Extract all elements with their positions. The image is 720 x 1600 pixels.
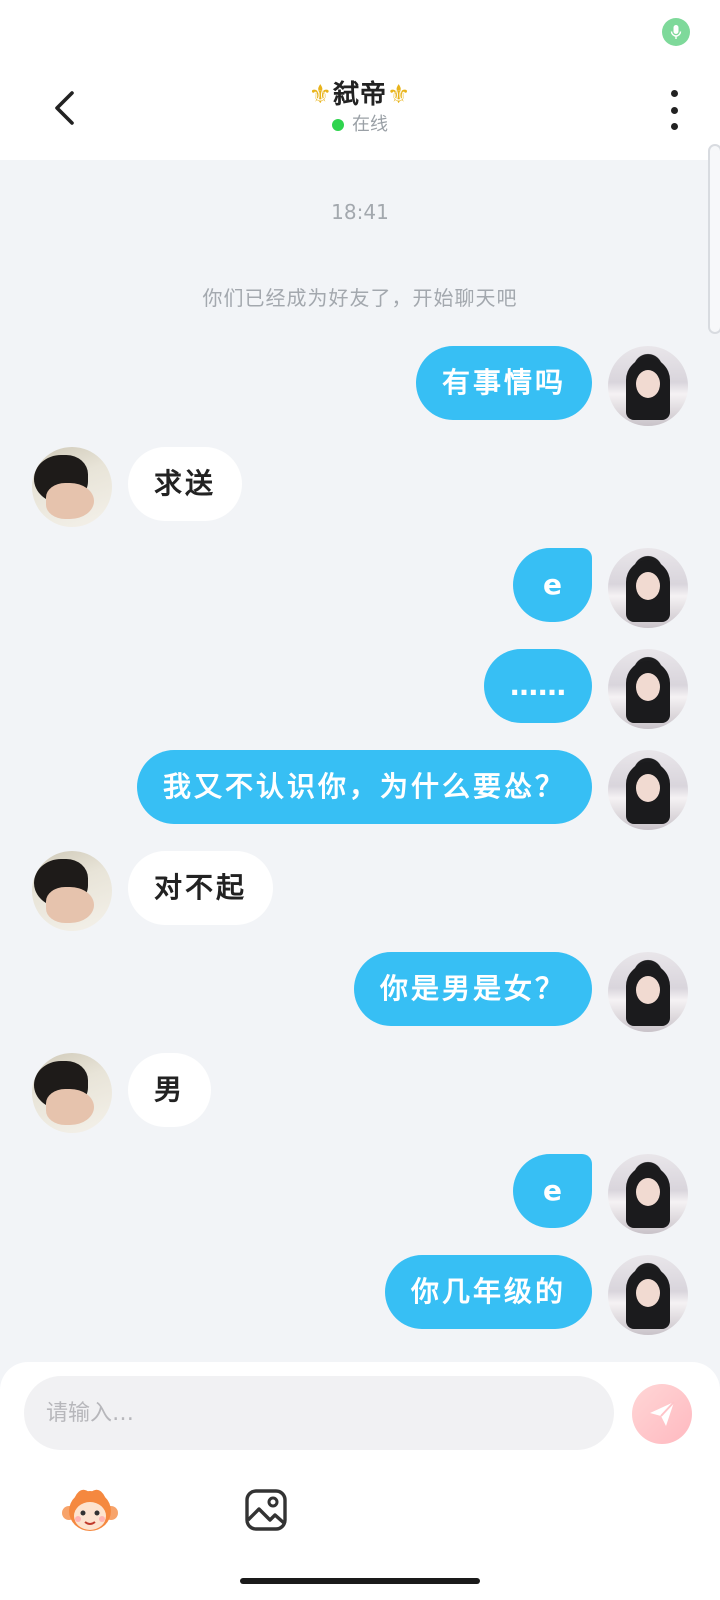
more-options-button[interactable] (656, 90, 692, 130)
contact-name: ⚜弑帝⚜ (200, 78, 520, 112)
fleur-de-lis-icon: ⚜ (308, 80, 333, 110)
online-dot (332, 119, 344, 131)
message-bubble-received[interactable]: 求送 (128, 447, 243, 521)
message-row: 你是男是女？ (0, 952, 720, 1032)
my-avatar[interactable] (608, 1255, 688, 1335)
monkey-sticker-icon (62, 1489, 118, 1531)
my-avatar[interactable] (608, 750, 688, 830)
my-avatar[interactable] (608, 952, 688, 1032)
my-avatar[interactable] (608, 346, 688, 426)
message-bubble-sent[interactable]: e (513, 548, 592, 622)
chat-timestamp: 18:41 (331, 200, 389, 224)
send-icon (650, 1401, 675, 1426)
online-status: 在线 (200, 112, 520, 138)
message-bubble-sent[interactable]: 你几年级的 (384, 1255, 592, 1329)
message-row: 对不起 (0, 851, 720, 931)
message-bubble-received[interactable]: 对不起 (128, 851, 274, 925)
message-input[interactable] (24, 1376, 614, 1450)
mic-icon (662, 18, 690, 46)
more-dot (670, 123, 678, 130)
my-avatar[interactable] (608, 548, 688, 628)
chat-screen: ⚜弑帝⚜ 在线 18:41 你们已经成为好友了，开始聊天吧 有事情吗 求送 e … (0, 0, 720, 1600)
home-indicator[interactable] (240, 1578, 480, 1584)
message-bubble-sent[interactable]: …… (484, 649, 592, 723)
image-button[interactable] (236, 1480, 296, 1540)
contact-avatar[interactable] (32, 447, 112, 527)
back-button[interactable] (44, 86, 84, 130)
message-bubble-sent[interactable]: 我又不认识你，为什么要怂？ (136, 750, 592, 824)
send-button[interactable] (632, 1384, 692, 1444)
fleur-de-lis-icon: ⚜ (387, 80, 412, 110)
more-dot (670, 106, 678, 114)
message-bubble-sent[interactable]: 有事情吗 (415, 346, 592, 420)
contact-avatar[interactable] (32, 1053, 112, 1133)
message-row: …… (0, 649, 720, 729)
message-row: 我又不认识你，为什么要怂？ (0, 750, 720, 830)
online-status-label: 在线 (352, 114, 388, 135)
contact-avatar[interactable] (32, 851, 112, 931)
message-bubble-sent[interactable]: e (513, 1154, 592, 1228)
chevron-left-icon (55, 91, 74, 125)
sticker-button[interactable] (60, 1480, 120, 1540)
my-avatar[interactable] (608, 1154, 688, 1234)
message-row: 有事情吗 (0, 346, 720, 426)
message-row: e (0, 1154, 720, 1234)
my-avatar[interactable] (608, 649, 688, 729)
more-vertical-icon (670, 90, 678, 97)
message-row: 求送 (0, 447, 720, 527)
system-message: 你们已经成为好友了，开始聊天吧 (202, 286, 518, 310)
message-row: e (0, 548, 720, 628)
status-bar (0, 0, 720, 64)
contact-name-text: 弑帝 (332, 80, 387, 110)
message-row: 你几年级的 (0, 1255, 720, 1335)
image-icon (245, 1489, 287, 1531)
message-bubble-received[interactable]: 男 (128, 1053, 212, 1127)
message-row: 男 (0, 1053, 720, 1133)
chat-header: ⚜弑帝⚜ 在线 (0, 64, 720, 160)
input-panel (0, 1362, 720, 1600)
chat-title-block: ⚜弑帝⚜ 在线 (200, 78, 520, 138)
message-bubble-sent[interactable]: 你是男是女？ (353, 952, 592, 1026)
